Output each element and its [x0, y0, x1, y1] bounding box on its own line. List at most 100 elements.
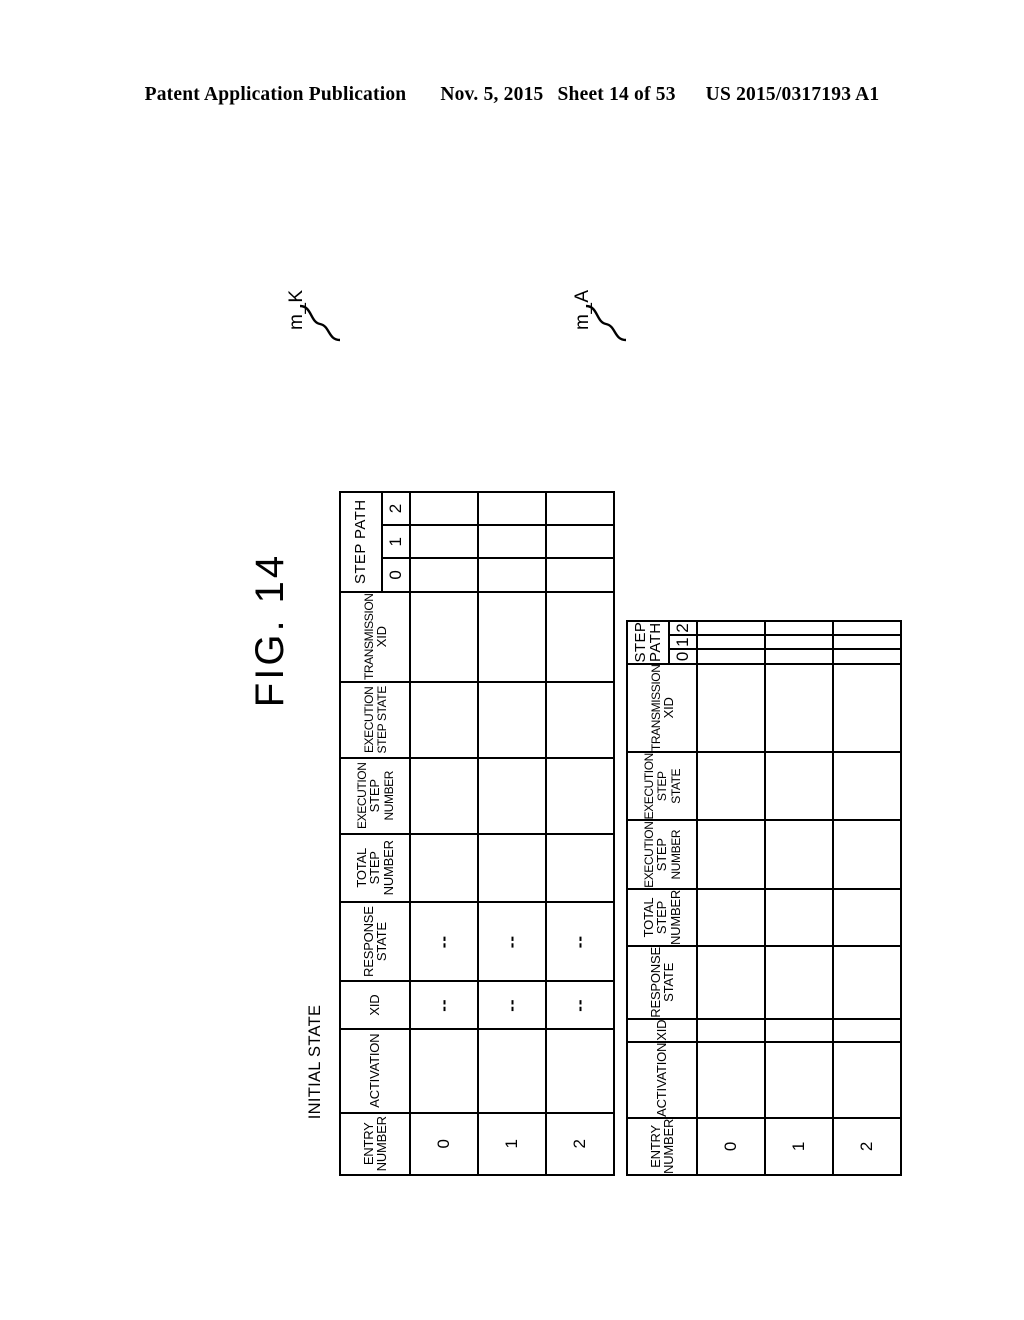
cell-activation — [410, 1028, 478, 1113]
col-execution-step-number-line3: NUMBER — [668, 829, 683, 880]
table-row: 1 — [765, 621, 833, 1175]
cell-execution-step-number — [697, 820, 765, 889]
col-response-state-line2: STATE — [374, 922, 389, 962]
cell-response-state-value: -- — [570, 934, 589, 949]
cell-step-path-2 — [833, 621, 901, 636]
cell-step-path-0 — [765, 649, 833, 664]
col-execution-step-state-line1: EXECUTION — [361, 686, 376, 754]
cell-xid: -- — [546, 981, 614, 1029]
cell-step-path-0 — [478, 558, 546, 592]
col-total-step-number: TOTAL STEP NUMBER — [340, 833, 410, 902]
cell-step-path-1 — [410, 525, 478, 559]
patent-number: US 2015/0317193 A1 — [705, 84, 880, 105]
cell-step-path-0 — [546, 558, 614, 592]
col-entry-number: ENTRY NUMBER — [627, 1117, 697, 1175]
col-transmission-xid-line2: XID — [661, 697, 676, 719]
cell-transmission-xid — [546, 591, 614, 682]
figure-title: FIG. 14 — [247, 552, 292, 708]
cell-step-path-0 — [833, 649, 901, 664]
col-execution-step-state: EXECUTION STEP STATE — [627, 752, 697, 821]
cell-step-path-2 — [697, 621, 765, 636]
cell-total-step-number — [410, 833, 478, 902]
cell-step-path-0 — [410, 558, 478, 592]
col-step-path-0: 0 — [382, 558, 410, 592]
cell-step-path-0 — [697, 649, 765, 664]
cell-transmission-xid — [833, 663, 901, 753]
col-execution-step-state-line2: STEP STATE — [375, 686, 389, 754]
cell-step-path-1 — [697, 635, 765, 650]
cell-activation — [765, 1041, 833, 1118]
cell-execution-step-number — [478, 757, 546, 834]
col-execution-step-number: EXECUTION STEP NUMBER — [627, 820, 697, 889]
cell-total-step-number — [697, 888, 765, 947]
col-entry-number-line2: NUMBER — [661, 1118, 676, 1174]
cell-execution-step-number — [765, 820, 833, 889]
cell-execution-step-state — [765, 752, 833, 821]
col-activation: ACTIVATION — [340, 1028, 410, 1113]
cell-execution-step-number — [546, 757, 614, 834]
cell-execution-step-state — [697, 752, 765, 821]
cell-response-state-value: -- — [434, 934, 453, 949]
table-row: 2 -- -- — [546, 492, 614, 1175]
table-row: 1 -- -- — [478, 492, 546, 1175]
cell-response-state — [697, 946, 765, 1019]
cell-xid: -- — [478, 981, 546, 1029]
cell-step-path-1 — [546, 525, 614, 559]
col-entry-number: ENTRY NUMBER — [340, 1112, 410, 1175]
cell-total-step-number — [478, 833, 546, 902]
col-step-path-1: 1 — [669, 635, 697, 650]
col-execution-step-number-line2: STEP — [654, 838, 670, 872]
col-execution-step-number-line3: NUMBER — [381, 770, 396, 821]
cell-xid-value: -- — [434, 998, 453, 1012]
cell-response-state — [765, 946, 833, 1019]
cell-transmission-xid — [478, 591, 546, 682]
publication-header: Patent Application Publication Nov. 5, 20… — [0, 84, 1024, 106]
cell-total-step-number — [833, 888, 901, 947]
cell-step-path-2 — [478, 492, 546, 526]
table-row: 0 — [697, 621, 765, 1175]
col-xid: XID — [627, 1018, 697, 1042]
table-m-a: ENTRY NUMBER ACTIVATION XID RESPONSE STA… — [626, 620, 902, 1176]
col-transmission-xid: TRANSMISSION XID — [627, 663, 697, 753]
cell-activation — [478, 1028, 546, 1113]
publication-date: Nov. 5, 2015 — [440, 84, 544, 105]
cell-step-path-2 — [765, 621, 833, 636]
table-header-row-top: ENTRY NUMBER ACTIVATION XID RESPONSE STA… — [627, 621, 697, 1175]
cell-entry-number: 2 — [546, 1112, 614, 1175]
sheet-number: Sheet 14 of 53 — [557, 84, 676, 105]
cell-entry-number: 1 — [765, 1117, 833, 1175]
cell-activation — [546, 1028, 614, 1113]
table-m-k: ENTRY NUMBER ACTIVATION XID RESPONSE STA… — [339, 491, 615, 1176]
leader-line-m-k — [299, 304, 341, 342]
col-xid: XID — [340, 981, 410, 1029]
cell-entry-number: 2 — [833, 1117, 901, 1175]
col-execution-step-state-line2: STEP STATE — [655, 768, 683, 804]
cell-transmission-xid — [697, 663, 765, 753]
callout-m-a: m_A — [558, 272, 634, 352]
col-step-path-group: STEP PATH — [340, 492, 382, 592]
col-entry-number-line2: NUMBER — [374, 1116, 389, 1172]
col-step-path-0: 0 — [669, 649, 697, 664]
col-response-state: RESPONSE STATE — [340, 901, 410, 982]
col-transmission-xid: TRANSMISSION XID — [340, 591, 410, 682]
col-execution-step-number: EXECUTION STEP NUMBER — [340, 757, 410, 834]
cell-step-path-1 — [833, 635, 901, 650]
cell-step-path-2 — [410, 492, 478, 526]
cell-execution-step-state — [478, 681, 546, 758]
cell-xid: -- — [410, 981, 478, 1029]
col-response-state: RESPONSE STATE — [627, 946, 697, 1019]
cell-execution-step-number — [410, 757, 478, 834]
table-m-a-wrapper: ENTRY NUMBER ACTIVATION XID RESPONSE STA… — [626, 620, 902, 1176]
leader-line-m-a — [585, 304, 627, 342]
cell-transmission-xid — [765, 663, 833, 753]
publication-title: Patent Application Publication — [144, 84, 407, 105]
cell-transmission-xid — [410, 591, 478, 682]
cell-response-state — [833, 946, 901, 1019]
cell-activation — [833, 1041, 901, 1118]
cell-xid-value: -- — [502, 998, 521, 1012]
cell-total-step-number — [546, 833, 614, 902]
cell-entry-number: 0 — [410, 1112, 478, 1175]
cell-xid-value: -- — [570, 998, 589, 1012]
cell-total-step-number — [765, 888, 833, 947]
cell-xid — [697, 1018, 765, 1042]
